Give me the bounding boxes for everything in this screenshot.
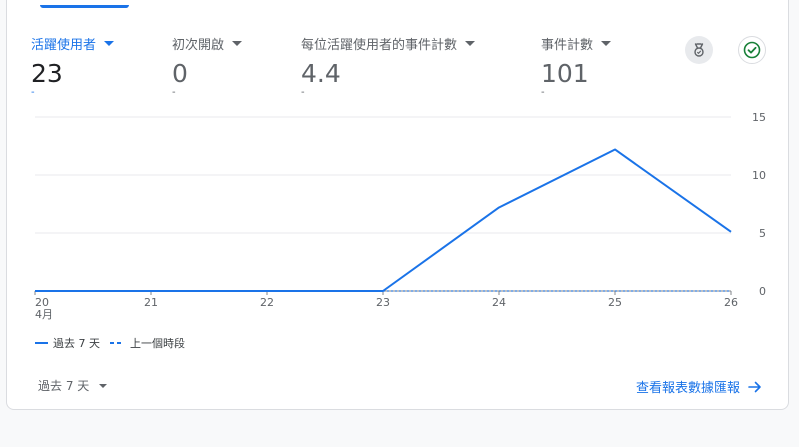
arrow-right-icon <box>748 381 761 392</box>
date-range-label: 過去 7 天 <box>38 379 90 393</box>
legend-item-previous[interactable]: 上一個時段 <box>110 335 185 351</box>
report-link-label: 查看報表數據匯報 <box>636 381 741 396</box>
x-tick-label: 23 <box>376 296 390 309</box>
x-tick-label: 25 <box>608 296 622 309</box>
y-tick-label: 5 <box>759 227 766 240</box>
x-tick-label: 22 <box>260 296 274 309</box>
legend-label: 上一個時段 <box>130 337 185 350</box>
x-tick-label: 24 <box>492 296 506 309</box>
caret-down-icon <box>99 383 108 388</box>
legend-item-current[interactable]: 過去 7 天 <box>35 335 100 351</box>
series-line-current <box>35 148 732 292</box>
y-tick-label: 0 <box>759 285 766 298</box>
date-range-dropdown[interactable]: 過去 7 天 <box>38 377 108 394</box>
legend-label: 過去 7 天 <box>53 337 100 350</box>
chart-legend: 過去 7 天 上一個時段 <box>35 335 195 351</box>
y-tick-label: 15 <box>752 111 766 124</box>
x-tick-label: 21 <box>144 296 158 309</box>
solid-line-swatch <box>35 342 48 344</box>
x-month-label: 4月 <box>35 308 53 321</box>
view-report-link[interactable]: 查看報表數據匯報 <box>636 377 762 396</box>
dashed-line-swatch <box>110 342 124 344</box>
y-tick-label: 10 <box>752 169 766 182</box>
x-tick-label: 26 <box>724 296 738 309</box>
